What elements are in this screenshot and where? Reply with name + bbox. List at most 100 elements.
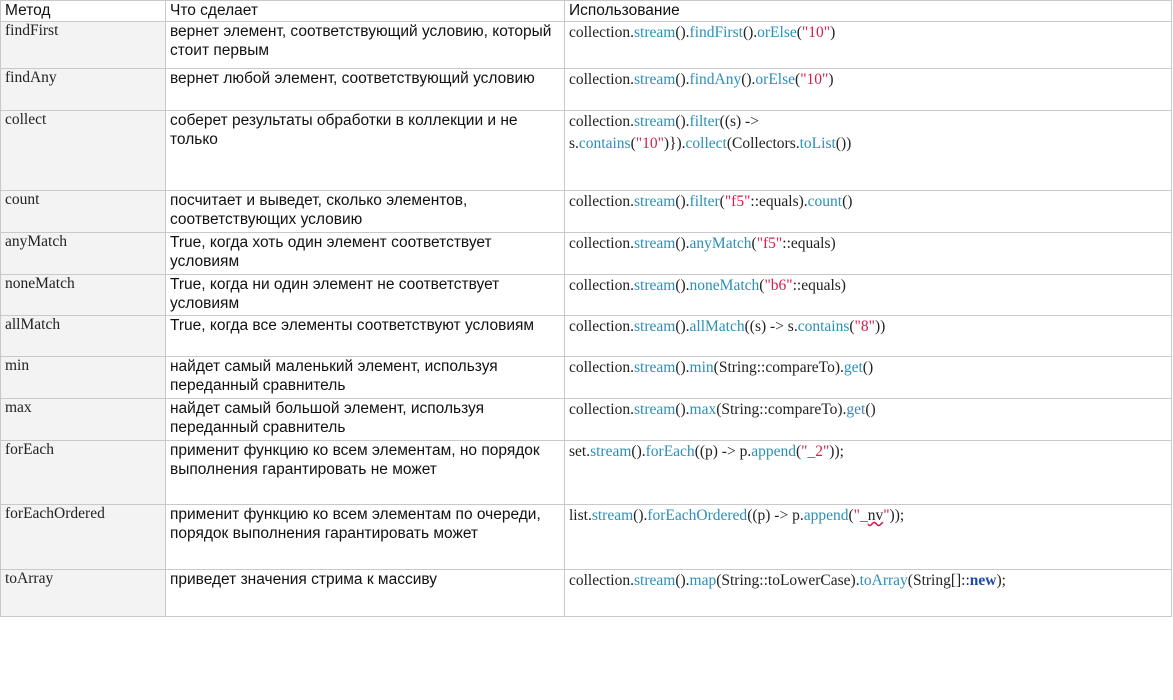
code-token: ::equals): [792, 277, 846, 294]
code-token: toArray: [859, 572, 908, 589]
header-usage: Использование: [564, 0, 1172, 22]
table-header-row: Метод Что сделает Использование: [0, 0, 1172, 22]
table-row: anyMatch True, когда хоть один элемент со…: [0, 232, 1172, 275]
code-token: (String::compareTo).: [716, 401, 847, 418]
code-token: ): [830, 24, 836, 41]
code-token: ().: [741, 71, 756, 88]
description-cell: соберет результаты обработки в коллекции…: [165, 110, 565, 191]
code-token: orElse: [757, 24, 797, 41]
usage-cell: collection.stream().filter("f5"::equals)…: [564, 190, 1172, 233]
code-token: (): [842, 193, 853, 210]
code-token: ((p) -> p.: [747, 507, 804, 524]
description-cell: применит функцию ко всем элементам, но п…: [165, 440, 565, 505]
code-token: ().: [675, 235, 690, 252]
code-token: collection.: [569, 113, 634, 130]
code-token: ().: [633, 507, 648, 524]
code-token: min: [689, 359, 714, 376]
code-token: stream: [634, 401, 676, 418]
code-token: stream: [634, 277, 676, 294]
code-token: stream: [634, 193, 676, 210]
code-token: stream: [591, 507, 634, 524]
code-token: collection.: [569, 318, 634, 335]
code-token: (): [862, 359, 874, 376]
code-token: contains: [578, 135, 631, 152]
method-name-cell: toArray: [0, 569, 166, 617]
usage-cell: list.stream().forEachOrdered((p) -> p.ap…: [564, 504, 1172, 570]
code-token: collection.: [569, 235, 634, 252]
code-token: collection.: [569, 572, 634, 589]
code-token: "10": [801, 24, 831, 41]
method-name-cell: allMatch: [0, 315, 166, 357]
usage-cell: collection.stream().findFirst().orElse("…: [564, 21, 1172, 69]
code-token: "f5": [724, 193, 751, 210]
header-description: Что сделает: [165, 0, 565, 22]
method-name-cell: collect: [0, 110, 166, 191]
description-cell: посчитает и выведет, сколько элементов, …: [165, 190, 565, 233]
code-token: ().: [675, 277, 690, 294]
code-token: collect: [685, 135, 727, 152]
table-row: min найдет самый маленький элемент, испол…: [0, 356, 1172, 399]
code-token: ().: [675, 318, 690, 335]
method-name-cell: max: [0, 398, 166, 441]
usage-cell: collection.stream().findAny().orElse("10…: [564, 68, 1172, 111]
header-method: Метод: [0, 0, 166, 22]
code-token: ((s) -> s.: [744, 318, 798, 335]
table-row: count посчитает и выведет, сколько элемен…: [0, 190, 1172, 233]
method-name-cell: forEach: [0, 440, 166, 505]
code-token: append: [751, 443, 796, 460]
description-cell: применит функцию ко всем элементам по оч…: [165, 504, 565, 570]
description-cell: найдет самый большой элемент, используя …: [165, 398, 565, 441]
code-token: stream: [590, 443, 632, 460]
method-name-cell: noneMatch: [0, 274, 166, 316]
description-cell: вернет элемент, соответствующий условию,…: [165, 21, 565, 69]
code-token: collection.: [569, 71, 634, 88]
table-row: noneMatch True, когда ни один элемент не …: [0, 274, 1172, 316]
code-token: nv: [867, 507, 884, 524]
code-token: "b6": [764, 277, 793, 294]
code-token: stream: [634, 235, 676, 252]
code-token: stream: [634, 318, 676, 335]
code-token: findFirst: [689, 24, 743, 41]
code-token: "f5": [756, 235, 783, 252]
code-token: count: [807, 193, 843, 210]
code-token: "8": [854, 318, 875, 335]
table-row: forEach применит функцию ко всем элемента…: [0, 440, 1172, 505]
code-token: ().: [675, 193, 690, 210]
code-token: stream: [634, 572, 676, 589]
code-token: list.: [569, 507, 592, 524]
code-token: filter: [689, 193, 720, 210]
code-token: (String::toLowerCase).: [716, 572, 860, 589]
code-token: ().: [675, 401, 690, 418]
usage-cell: collection.stream().map(String::toLowerC…: [564, 569, 1172, 617]
table-row: toArray приведет значения стрима к массив…: [0, 569, 1172, 617]
code-token: forEachOrdered: [647, 507, 748, 524]
usage-cell: collection.stream().anyMatch("f5"::equal…: [564, 232, 1172, 275]
method-name-cell: anyMatch: [0, 232, 166, 275]
usage-cell: collection.stream().max(String::compareT…: [564, 398, 1172, 441]
code-token: ::equals): [782, 235, 836, 252]
code-token: get: [843, 359, 863, 376]
table-row: findFirst вернет элемент, соответствующий…: [0, 21, 1172, 69]
code-token: "_2": [801, 443, 830, 460]
table-row: forEachOrdered применит функцию ко всем э…: [0, 504, 1172, 570]
code-token: map: [689, 572, 717, 589]
code-token: contains: [797, 318, 850, 335]
code-token: ));: [889, 507, 905, 524]
code-token: (): [865, 401, 876, 418]
code-token: (String::compareTo).: [713, 359, 844, 376]
description-cell: найдет самый маленький элемент, использу…: [165, 356, 565, 399]
method-name-cell: forEachOrdered: [0, 504, 166, 570]
method-name-cell: min: [0, 356, 166, 399]
code-token: append: [803, 507, 849, 524]
code-token: filter: [689, 113, 720, 130]
code-token: ): [828, 71, 834, 88]
code-token: )): [874, 318, 886, 335]
method-name-cell: count: [0, 190, 166, 233]
code-token: collection.: [569, 24, 634, 41]
usage-cell: collection.stream().noneMatch("b6"::equa…: [564, 274, 1172, 316]
code-token: "10": [800, 71, 829, 88]
code-token: collection.: [569, 277, 634, 294]
stream-methods-table: Метод Что сделает Использование findFirs…: [0, 0, 1172, 617]
description-cell: True, когда ни один элемент не соответст…: [165, 274, 565, 316]
description-cell: вернет любой элемент, соответствующий ус…: [165, 68, 565, 111]
